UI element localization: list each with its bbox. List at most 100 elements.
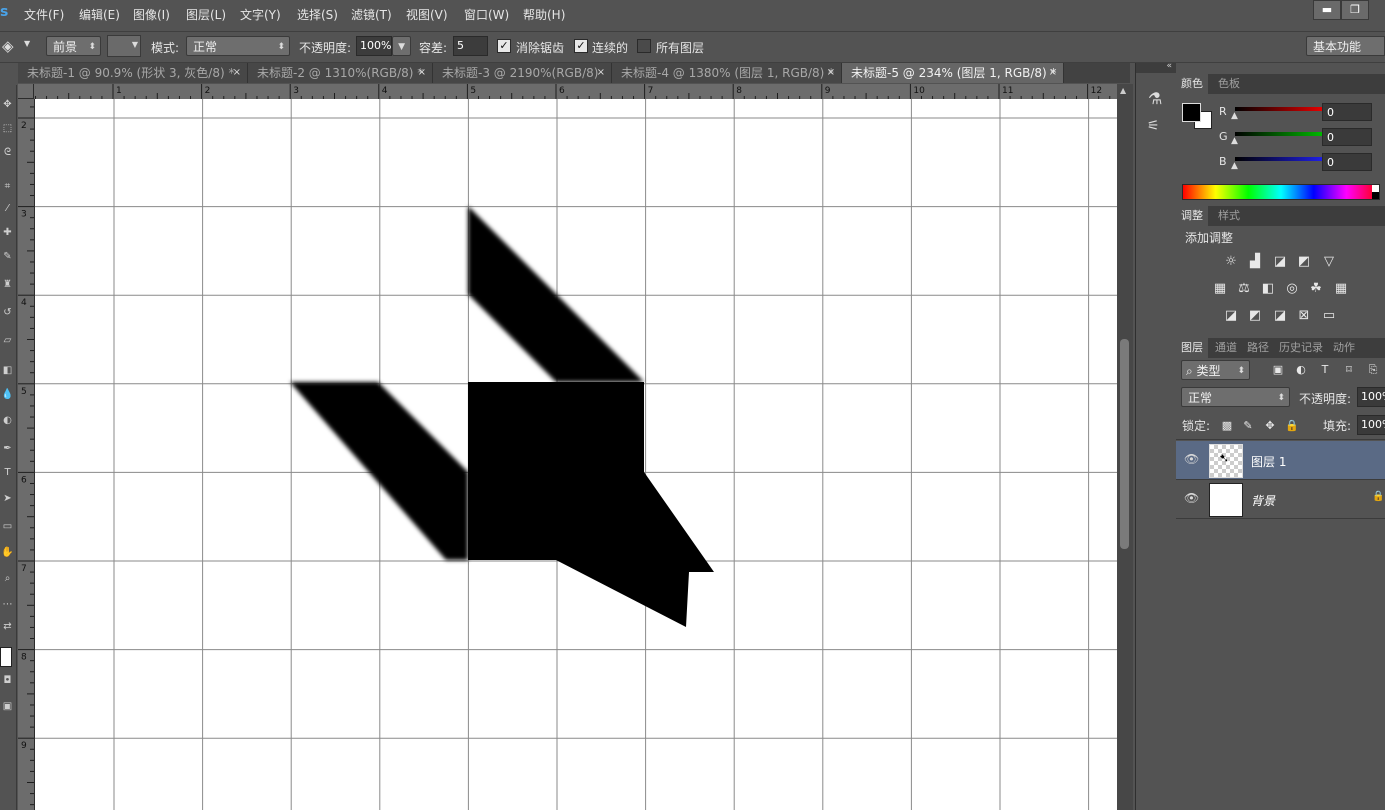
type-tool-icon[interactable]: T — [1, 467, 14, 479]
lock-all-icon[interactable]: 🔒 — [1284, 419, 1300, 433]
color-lookup-icon[interactable]: ▦ — [1333, 282, 1349, 296]
photo-filter-icon[interactable]: ◎ — [1284, 282, 1300, 296]
background-color-swatch[interactable] — [0, 647, 12, 667]
tab-document-4[interactable]: 未标题-4 @ 1380% (图层 1, RGB/8) * × — [612, 63, 842, 83]
filter-adjustment-icon[interactable]: ◐ — [1293, 363, 1309, 377]
marquee-tool-icon[interactable]: ⬚ — [1, 123, 14, 135]
color-spectrum-bar[interactable] — [1182, 184, 1380, 200]
threshold-icon[interactable]: ◪ — [1272, 309, 1288, 323]
healing-brush-icon[interactable]: ✚ — [1, 227, 14, 239]
red-slider[interactable] — [1235, 107, 1332, 111]
tolerance-input[interactable]: 5 — [453, 36, 488, 56]
lasso-tool-icon[interactable]: ᘓ — [1, 147, 14, 159]
workspace-button[interactable]: 基本功能 — [1306, 36, 1385, 56]
menu-view[interactable]: 视图(V) — [406, 6, 448, 23]
fill-source-select[interactable]: 前景 ⬍ — [46, 36, 101, 56]
lock-image-icon[interactable]: ✎ — [1240, 419, 1256, 433]
menu-layer[interactable]: 图层(L) — [186, 6, 226, 23]
vibrance-icon[interactable]: ▽ — [1321, 255, 1337, 269]
move-tool-icon[interactable]: ✥ — [1, 99, 14, 111]
scrollbar-thumb[interactable] — [1120, 339, 1129, 549]
minimize-button[interactable]: ▬ — [1313, 0, 1341, 20]
layer-opacity-input[interactable]: 100% — [1357, 387, 1385, 407]
brush-settings-icon[interactable]: ⚟ — [1147, 118, 1160, 134]
tab-color[interactable]: 颜色 — [1176, 74, 1208, 94]
hue-saturation-icon[interactable]: ▦ — [1212, 282, 1228, 296]
zoom-tool-icon[interactable]: ⌕ — [1, 573, 14, 585]
lock-position-icon[interactable]: ✥ — [1262, 419, 1278, 433]
exposure-icon[interactable]: ◩ — [1296, 255, 1312, 269]
history-brush-icon[interactable]: ↺ — [1, 307, 14, 319]
shape-tool-icon[interactable]: ▭ — [1, 521, 14, 533]
gradient-map-icon[interactable]: ▭ — [1321, 309, 1337, 323]
horizontal-ruler[interactable]: 1 2 3 4 5 6 7 8 9 10 11 12 — [34, 84, 1117, 100]
document-canvas[interactable] — [35, 99, 1117, 810]
restore-button[interactable]: ❐ — [1341, 0, 1369, 20]
slider-thumb-icon[interactable]: ▲ — [1231, 136, 1238, 146]
tab-actions[interactable]: 动作 — [1328, 338, 1360, 358]
color-balance-icon[interactable]: ⚖ — [1236, 282, 1252, 296]
brightness-icon[interactable]: ☼ — [1223, 255, 1239, 269]
close-icon[interactable]: × — [827, 63, 835, 83]
layer-name[interactable]: 图层 1 — [1251, 453, 1286, 470]
close-icon[interactable]: × — [418, 63, 426, 83]
eyedropper-tool-icon[interactable]: ⁄ — [1, 203, 14, 215]
filter-smart-object-icon[interactable]: ⎘ — [1365, 363, 1381, 377]
brush-tool-icon[interactable]: ✎ — [1, 251, 14, 263]
dodge-tool-icon[interactable]: ◐ — [1, 415, 14, 427]
filter-pixel-icon[interactable]: ▣ — [1270, 363, 1286, 377]
fill-input[interactable]: 100% — [1357, 415, 1385, 435]
menu-file[interactable]: 文件(F) — [24, 6, 64, 23]
close-icon[interactable]: × — [233, 63, 241, 83]
menu-select[interactable]: 选择(S) — [297, 6, 338, 23]
red-value[interactable]: 0 — [1322, 103, 1372, 121]
green-value[interactable]: 0 — [1322, 128, 1372, 146]
clone-stamp-icon[interactable]: ♜ — [1, 279, 14, 291]
tab-channels[interactable]: 通道 — [1210, 338, 1242, 358]
mode-select[interactable]: 正常 ⬍ — [186, 36, 290, 56]
blue-slider[interactable] — [1235, 157, 1332, 161]
visibility-eye-icon[interactable]: 👁 — [1184, 491, 1199, 505]
strip-header[interactable]: « — [1136, 61, 1176, 73]
menu-help[interactable]: 帮助(H) — [523, 6, 565, 23]
tab-history[interactable]: 历史记录 — [1274, 338, 1328, 358]
tab-document-5[interactable]: 未标题-5 @ 234% (图层 1, RGB/8) * × — [842, 63, 1064, 83]
layer-filter-select[interactable]: ⌕ 类型 ⬍ — [1181, 360, 1250, 380]
gradient-tool-icon[interactable]: ◧ — [1, 365, 14, 377]
eraser-tool-icon[interactable]: ▱ — [1, 335, 14, 347]
filter-type-icon[interactable]: T — [1317, 363, 1333, 377]
visibility-eye-icon[interactable]: 👁 — [1184, 452, 1199, 466]
tool-preset-chevron-icon[interactable]: ▼ — [24, 39, 30, 48]
tab-paths[interactable]: 路径 — [1242, 338, 1274, 358]
selective-color-icon[interactable]: ⊠ — [1296, 309, 1312, 323]
tab-document-2[interactable]: 未标题-2 @ 1310%(RGB/8) * × — [248, 63, 433, 83]
menu-image[interactable]: 图像(I) — [133, 6, 170, 23]
quick-mask-icon[interactable]: ◘ — [1, 675, 14, 687]
path-select-icon[interactable]: ➤ — [1, 493, 14, 505]
hand-tool-icon[interactable]: ✋ — [1, 547, 14, 559]
filter-shape-icon[interactable]: ⌑ — [1341, 363, 1357, 377]
ruler-origin[interactable] — [18, 84, 34, 99]
tab-styles[interactable]: 样式 — [1213, 206, 1245, 226]
tool-presets-icon[interactable]: ⚗ — [1148, 89, 1162, 108]
levels-icon[interactable]: ▟ — [1247, 255, 1263, 269]
more-tools-icon[interactable]: ⋯ — [1, 599, 14, 611]
pattern-picker[interactable]: ▼ — [107, 35, 141, 57]
posterize-icon[interactable]: ◩ — [1247, 309, 1263, 323]
paint-bucket-icon[interactable]: ◈ — [2, 37, 14, 55]
layer-name[interactable]: 背景 — [1251, 492, 1275, 509]
blue-value[interactable]: 0 — [1322, 153, 1372, 171]
green-slider[interactable] — [1235, 132, 1332, 136]
layer-row-background[interactable]: 👁 背景 🔒 — [1176, 480, 1385, 519]
scroll-up-icon[interactable]: ▲ — [1120, 86, 1126, 95]
tab-document-3[interactable]: 未标题-3 @ 2190%(RGB/8) × — [433, 63, 612, 83]
tab-layers[interactable]: 图层 — [1176, 338, 1208, 358]
menu-edit[interactable]: 编辑(E) — [79, 6, 120, 23]
menu-window[interactable]: 窗口(W) — [464, 6, 509, 23]
vertical-ruler[interactable]: 2 3 4 5 6 7 8 9 — [18, 99, 35, 810]
menu-type[interactable]: 文字(Y) — [240, 6, 281, 23]
close-icon[interactable]: × — [597, 63, 605, 83]
tab-swatches[interactable]: 色板 — [1213, 74, 1245, 94]
pen-tool-icon[interactable]: ✒ — [1, 443, 14, 455]
lock-transparent-icon[interactable]: ▩ — [1219, 419, 1235, 433]
